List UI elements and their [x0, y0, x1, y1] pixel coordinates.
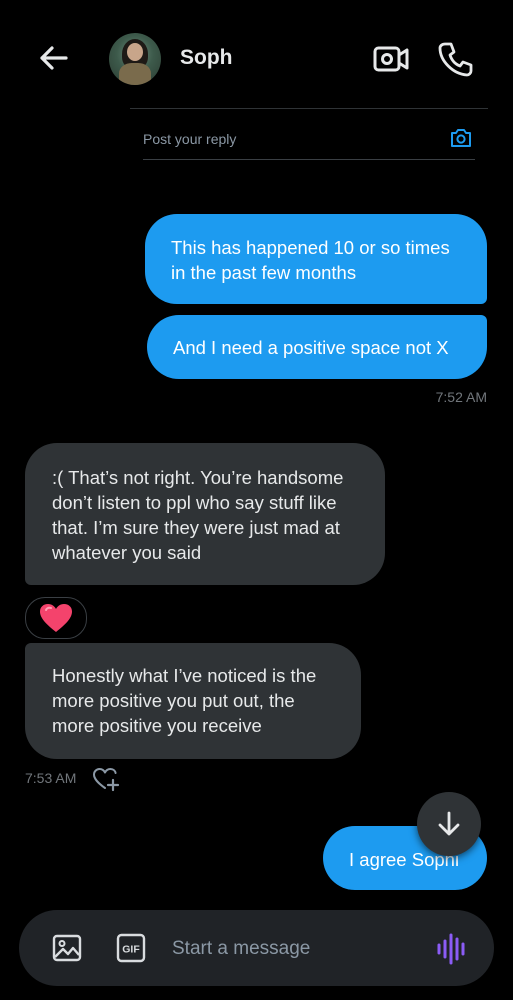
phone-icon [438, 42, 473, 77]
message-bubble-incoming[interactable]: :( That’s not right. You’re handsome don… [25, 443, 385, 585]
camera-icon [451, 129, 471, 147]
voice-call-button[interactable] [436, 40, 474, 78]
reply-placeholder[interactable]: Post your reply [143, 131, 236, 147]
heart-icon [40, 604, 72, 632]
post-reply-field[interactable]: Post your reply [143, 109, 475, 160]
arrow-left-icon [40, 46, 68, 70]
back-button[interactable] [34, 38, 74, 78]
video-call-button[interactable] [372, 40, 410, 78]
message-timestamp: 7:53 AM [25, 770, 77, 786]
reaction-badge[interactable] [25, 597, 87, 639]
video-camera-icon [373, 46, 409, 72]
reply-card: Post your reply [130, 108, 488, 161]
message-composer: GIF [19, 910, 494, 986]
gif-label: GIF [122, 944, 140, 956]
contact-name[interactable]: Soph [180, 46, 233, 70]
add-gif-button[interactable]: GIF [116, 933, 146, 963]
message-input[interactable] [170, 928, 424, 970]
add-image-button[interactable] [51, 932, 83, 964]
message-timestamp: 7:52 AM [435, 389, 487, 405]
add-reaction-button[interactable] [92, 765, 120, 793]
heart-plus-icon [93, 768, 120, 792]
scroll-to-bottom-button[interactable] [417, 792, 481, 856]
gif-icon: GIF [116, 933, 146, 963]
message-bubble-incoming[interactable]: Honestly what I’ve noticed is the more p… [25, 643, 361, 759]
chat-header: Soph [0, 0, 513, 110]
voice-waveform-icon [437, 933, 465, 965]
message-bubble-outgoing[interactable]: And I need a positive space not X [147, 315, 487, 379]
voice-message-button[interactable] [435, 932, 469, 966]
image-icon [52, 934, 82, 962]
avatar[interactable] [109, 33, 161, 85]
arrow-down-icon [438, 811, 460, 836]
message-bubble-outgoing[interactable]: This has happened 10 or so times in the … [145, 214, 487, 304]
reply-camera-button[interactable] [449, 126, 473, 150]
